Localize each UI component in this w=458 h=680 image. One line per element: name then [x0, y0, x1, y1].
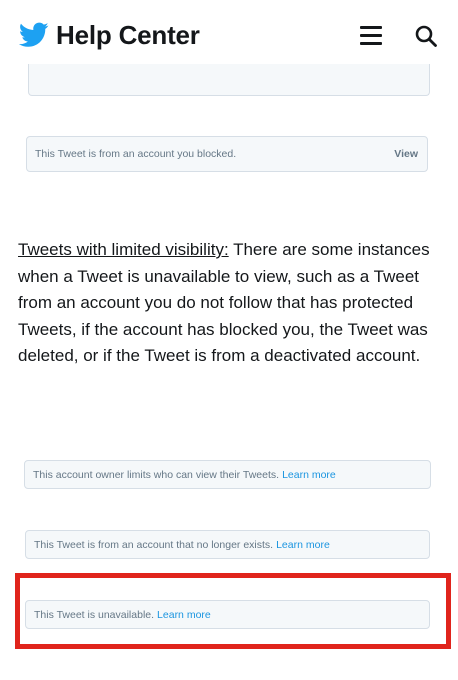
help-center-title[interactable]: Help Center: [56, 20, 200, 51]
section-heading-link: Tweets with limited visibility:: [18, 240, 229, 259]
tweet-notice-limited: This account owner limits who can view t…: [24, 460, 431, 489]
learn-more-link[interactable]: Learn more: [282, 469, 336, 481]
learn-more-link[interactable]: Learn more: [276, 539, 330, 551]
site-header: Help Center: [0, 0, 458, 72]
twitter-bird-icon[interactable]: [19, 22, 49, 48]
notice-text: This account owner limits who can view t…: [33, 468, 280, 481]
notice-text: This Tweet is unavailable.: [34, 608, 155, 621]
search-icon[interactable]: [414, 24, 438, 48]
tweet-notice-no-longer-exists: This Tweet is from an account that no lo…: [25, 530, 430, 559]
notice-text: This Tweet is from an account that no lo…: [34, 538, 274, 551]
tweet-notice-partial: [28, 64, 430, 96]
hamburger-menu-icon[interactable]: [360, 24, 382, 46]
tweet-notice-unavailable: This Tweet is unavailable. Learn more: [25, 600, 430, 629]
tweet-notice-blocked: This Tweet is from an account you blocke…: [26, 136, 428, 172]
learn-more-link[interactable]: Learn more: [157, 609, 211, 621]
notice-text: This Tweet is from an account you blocke…: [35, 148, 237, 160]
article-paragraph: Tweets with limited visibility: There ar…: [18, 237, 443, 370]
view-button[interactable]: View: [394, 148, 418, 160]
